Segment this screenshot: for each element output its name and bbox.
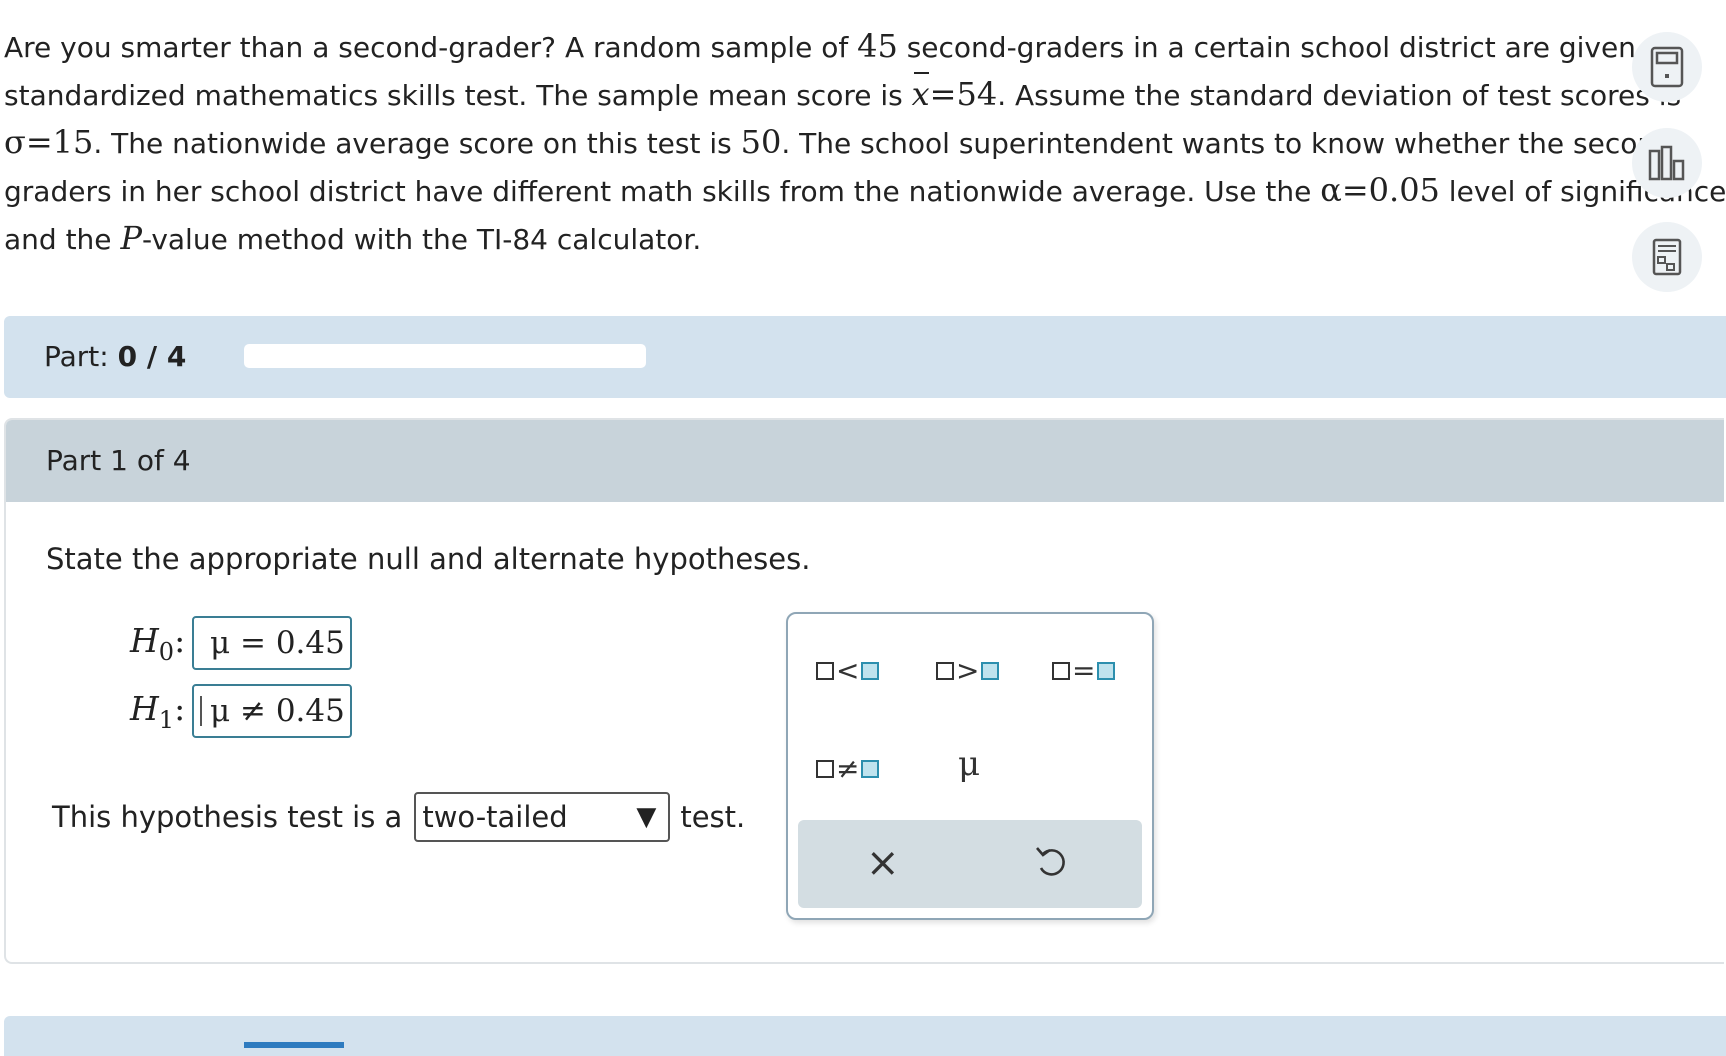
- data-table-icon: [1652, 238, 1682, 276]
- greater-than-button[interactable]: >: [936, 654, 1000, 687]
- progress-value: 0 / 4: [117, 340, 187, 373]
- problem-line-5: and the P-value method with the TI-84 ca…: [4, 214, 1724, 262]
- next-part-tab-indicator: [244, 1042, 344, 1048]
- part-progress-label: Part: 0 / 4: [44, 340, 186, 373]
- undo-button[interactable]: [1034, 842, 1068, 884]
- null-hypothesis-label: H0:: [130, 621, 192, 666]
- problem-text: . The school superintendent wants to kno…: [781, 127, 1683, 160]
- null-hypothesis-value: μ = 0.45: [210, 625, 345, 661]
- not-equal-symbol: ≠: [836, 752, 860, 785]
- progress-label-text: Part:: [44, 340, 109, 373]
- less-than-button[interactable]: <: [816, 654, 880, 687]
- mu-symbol: μ: [958, 744, 981, 784]
- not-equal-button[interactable]: ≠: [816, 752, 880, 785]
- equals-sign: =: [1341, 171, 1369, 209]
- alternate-hypothesis-input[interactable]: μ ≠ 0.45: [192, 684, 352, 738]
- part-header: Part 1 of 4: [6, 420, 1724, 502]
- problem-line-4: graders in her school district have diff…: [4, 166, 1726, 214]
- problem-text: graders in her school district have diff…: [4, 175, 1321, 208]
- sample-mean-value: 54: [956, 75, 998, 113]
- equals-sign: =: [929, 75, 957, 113]
- next-part-bar: [4, 1016, 1726, 1056]
- tail-prefix-text: This hypothesis test is a: [52, 800, 403, 834]
- problem-text: . Assume the standard deviation of test …: [997, 79, 1682, 112]
- less-than-symbol: <: [836, 654, 860, 687]
- problem-text: and the: [4, 223, 121, 256]
- progress-track: [244, 344, 646, 368]
- problem-text: Are you smarter than a second-grader? A …: [4, 31, 858, 64]
- alternate-hypothesis-row: H1: μ ≠ 0.45: [130, 684, 352, 738]
- sample-size: 45: [857, 27, 898, 65]
- h-subscript: 0: [158, 637, 175, 666]
- calculator-button[interactable]: [1632, 32, 1702, 102]
- part-progress-bar: Part: 0 / 4: [4, 316, 1726, 398]
- sigma-value: 15: [52, 123, 94, 161]
- equals-button[interactable]: =: [1052, 654, 1116, 687]
- part-title: Part 1 of 4: [46, 444, 191, 477]
- placeholder-box-icon: [816, 759, 834, 778]
- problem-line-2: standardized mathematics skills test. Th…: [4, 70, 1724, 118]
- placeholder-box-icon: [861, 759, 880, 778]
- problem-statement: Are you smarter than a second-grader? A …: [4, 22, 1726, 262]
- palette-footer: ×: [798, 820, 1142, 908]
- chart-button[interactable]: [1632, 128, 1702, 198]
- close-icon: ×: [866, 840, 900, 886]
- question-instruction: State the appropriate null and alternate…: [46, 542, 811, 576]
- h-subscript: 1: [158, 705, 175, 734]
- population-mean: 50: [740, 123, 782, 161]
- placeholder-box-icon: [1052, 661, 1070, 680]
- problem-line-1: Are you smarter than a second-grader? A …: [4, 22, 1724, 70]
- sample-mean-symbol: x: [912, 70, 930, 118]
- calculator-icon: [1650, 46, 1684, 88]
- problem-line-3: σ=15. The nationwide average score on th…: [4, 118, 1724, 166]
- undo-icon: [1036, 847, 1065, 876]
- sigma-symbol: σ: [4, 123, 26, 161]
- null-hypothesis-input[interactable]: μ = 0.45: [192, 616, 352, 670]
- colon: :: [174, 620, 186, 660]
- colon: :: [174, 688, 186, 728]
- equals-symbol: =: [1072, 654, 1096, 687]
- problem-text: standardized mathematics skills test. Th…: [4, 79, 912, 112]
- tail-type-select[interactable]: two-tailed ▼: [414, 792, 671, 842]
- tail-type-value: two-tailed: [422, 800, 568, 834]
- symbol-palette: < > = ≠ μ ×: [786, 612, 1154, 920]
- dropdown-arrow-icon: ▼: [636, 802, 657, 832]
- chart-icon: [1648, 145, 1685, 181]
- problem-text: -value method with the TI-84 calculator.: [141, 223, 702, 256]
- greater-than-symbol: >: [956, 654, 980, 687]
- data-table-button[interactable]: [1632, 222, 1702, 292]
- p-symbol: P: [120, 219, 142, 257]
- problem-text: second-graders in a certain school distr…: [897, 31, 1662, 64]
- equals-sign: =: [25, 123, 53, 161]
- h-letter: H: [130, 688, 159, 728]
- placeholder-box-icon: [861, 661, 880, 680]
- alpha-value: 0.05: [1368, 171, 1440, 209]
- alternate-hypothesis-label: H1:: [130, 689, 192, 734]
- alternate-hypothesis-value: μ ≠ 0.45: [210, 693, 345, 729]
- part-card: Part 1 of 4 State the appropriate null a…: [4, 418, 1724, 964]
- tail-suffix-text: test.: [680, 800, 746, 834]
- alpha-symbol: α: [1320, 171, 1342, 209]
- problem-text: . The nationwide average score on this t…: [93, 127, 741, 160]
- mu-button[interactable]: μ: [958, 744, 980, 784]
- placeholder-box-icon: [816, 661, 834, 680]
- h-letter: H: [130, 620, 159, 660]
- placeholder-box-icon: [936, 661, 954, 680]
- clear-button[interactable]: ×: [866, 840, 900, 886]
- tail-type-row: This hypothesis test is a two-tailed ▼ t…: [52, 792, 745, 842]
- placeholder-box-icon: [1097, 661, 1116, 680]
- placeholder-box-icon: [981, 661, 1000, 680]
- null-hypothesis-row: H0: μ = 0.45: [130, 616, 352, 670]
